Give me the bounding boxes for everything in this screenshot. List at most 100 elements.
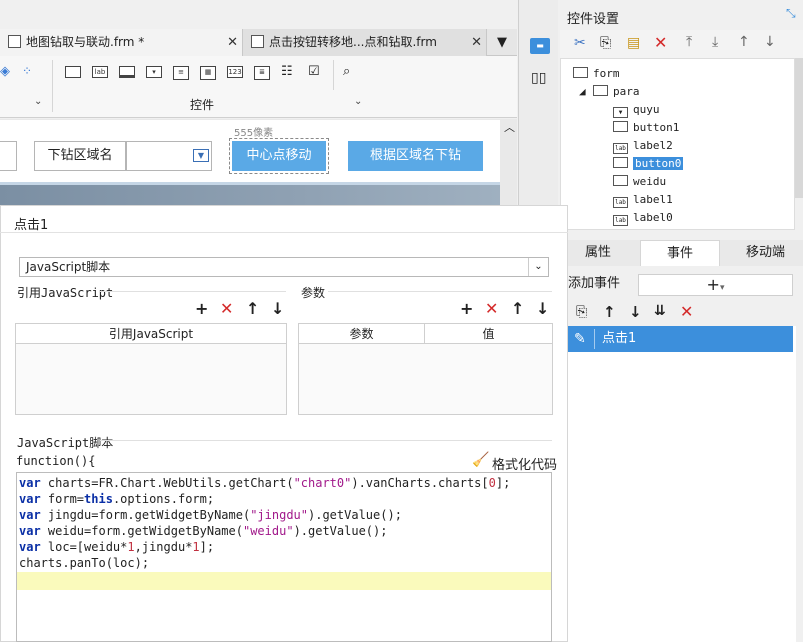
event-toolbar: ⎘ ↑ ↓ ⇊ ✕: [568, 300, 796, 326]
tree-node-form[interactable]: form: [573, 67, 620, 80]
js-script-section-title: JavaScript脚本: [17, 436, 114, 450]
widget-settings-icon[interactable]: ▬: [530, 38, 550, 54]
move-top-icon[interactable]: ⤒: [686, 34, 692, 50]
quyu-combo[interactable]: ▼: [126, 141, 212, 171]
radio-group-icon[interactable]: ☷: [281, 64, 293, 79]
delete-param-icon[interactable]: ✕: [485, 301, 498, 317]
tree-node-label2[interactable]: lab label2: [613, 139, 673, 154]
add-event-button[interactable]: +▾: [638, 274, 793, 296]
dock-icon[interactable]: ⤡: [786, 6, 796, 21]
tree-node-quyu[interactable]: ▼ quyu: [613, 103, 660, 118]
tree-node-label1[interactable]: lab label1: [613, 193, 673, 208]
search-widget-icon[interactable]: ⌕: [343, 64, 350, 79]
format-broom-icon[interactable]: 🧹: [472, 452, 489, 468]
textbox-widget-icon[interactable]: [65, 66, 81, 78]
delete-ref-icon[interactable]: ✕: [220, 301, 233, 317]
button-icon: [613, 157, 628, 168]
divider: [52, 60, 53, 112]
event-item-click1[interactable]: ✎ 点击1: [568, 326, 793, 352]
delete-event-icon[interactable]: ✕: [680, 302, 693, 321]
form-file-icon: [8, 35, 21, 48]
combo-icon: ▼: [613, 107, 628, 118]
scroll-up-icon[interactable]: ︿: [504, 119, 515, 135]
cut-icon[interactable]: ✂: [574, 35, 586, 51]
widget-icon-partial[interactable]: ◈: [0, 64, 10, 79]
move-up-icon[interactable]: ↑: [603, 303, 616, 321]
widget-toolbar-label: 控件: [190, 98, 215, 112]
chevron-down-icon[interactable]: ⌄: [34, 96, 42, 107]
close-tab-icon[interactable]: ✕: [471, 29, 482, 56]
center-move-button[interactable]: 中心点移动: [232, 141, 326, 171]
widget-tree: form ◢ para ▼ quyu button1 lab label2 butt…: [560, 58, 795, 230]
file-tab-button-pan[interactable]: 点击按钮转移地...点和钻取.frm ✕: [243, 29, 487, 56]
copy-icon[interactable]: ⎘: [600, 35, 611, 51]
code-line: var charts=FR.Chart.WebUtils.getChart("c…: [19, 476, 511, 490]
add-param-icon[interactable]: +: [460, 301, 473, 317]
tree-node-label0[interactable]: lab label0: [613, 211, 673, 226]
move-up-icon[interactable]: ↑: [246, 301, 259, 317]
label-icon: lab: [613, 197, 628, 208]
tree-node-weidu[interactable]: weidu: [613, 175, 666, 188]
button-icon: [613, 121, 628, 132]
para-icon: [593, 85, 608, 96]
tree-scrollbar[interactable]: [795, 58, 803, 198]
number-widget-icon[interactable]: 123: [227, 66, 243, 78]
param-section-title: 参数: [301, 286, 326, 300]
checkbox-group-icon[interactable]: ☑: [308, 64, 320, 79]
dots-widget-icon[interactable]: ⁘: [22, 64, 32, 78]
label-widget-icon[interactable]: lab: [92, 66, 108, 78]
date-widget-icon[interactable]: ▦: [200, 66, 216, 80]
divider: [100, 440, 552, 441]
tree-node-button0[interactable]: button0: [613, 157, 684, 170]
move-up-icon[interactable]: ↑: [738, 34, 750, 50]
delete-icon[interactable]: ✕: [654, 33, 667, 52]
add-ref-icon[interactable]: +: [195, 301, 208, 317]
move-down-icon[interactable]: ↓: [536, 301, 549, 317]
chevron-down-icon: ⌄: [528, 258, 548, 276]
tree-node-button1[interactable]: button1: [613, 121, 679, 134]
label-icon: lab: [613, 215, 628, 226]
tab-events[interactable]: 事件: [640, 240, 720, 266]
drill-by-area-button[interactable]: 根据区域名下钻: [348, 141, 483, 171]
tree-expander-icon[interactable]: ◢: [579, 85, 586, 98]
file-tab-map-drill[interactable]: 地图钻取与联动.frm * ✕: [0, 29, 243, 56]
textbox-widget[interactable]: [0, 141, 17, 171]
divider: [333, 60, 334, 90]
drill-area-label: 下钻区域名: [34, 141, 126, 171]
move-bottom-icon[interactable]: ⇊: [654, 303, 666, 319]
move-down-icon[interactable]: ↓: [271, 301, 284, 317]
code-line: var jingdu=form.getWidgetByName("jingdu"…: [19, 508, 402, 522]
tab-properties[interactable]: 属性: [568, 240, 628, 266]
width-hint: 555像素: [234, 128, 274, 139]
copy-event-icon[interactable]: ⎘: [576, 304, 587, 320]
parameter-panel: 下钻区域名 ▼ 555像素 中心点移动 根据区域名下钻 ︿: [0, 120, 515, 188]
format-code-button[interactable]: 格式化代码: [492, 454, 557, 473]
move-down-icon[interactable]: ↓: [629, 303, 642, 321]
paste-icon[interactable]: ▤: [627, 35, 640, 51]
move-bottom-icon[interactable]: ⤓: [712, 34, 718, 50]
script-type-select[interactable]: JavaScript脚本 ⌄: [19, 257, 549, 277]
current-line-highlight: [17, 572, 551, 590]
dropdown-icon[interactable]: ▼: [193, 149, 209, 162]
param-column-header: 参数: [299, 324, 425, 344]
move-down-icon[interactable]: ↓: [764, 34, 776, 50]
code-line: charts.panTo(loc);: [19, 556, 150, 570]
tab-mobile[interactable]: 移动端: [728, 240, 803, 266]
combo-widget-icon[interactable]: ▾: [146, 66, 162, 78]
move-up-icon[interactable]: ↑: [511, 301, 524, 317]
tab-menu-icon[interactable]: ▼: [487, 29, 517, 56]
chevron-down-icon[interactable]: ⌄: [354, 96, 362, 107]
tree-node-para[interactable]: para: [593, 85, 640, 98]
widget-toolbar: ◈ ⁘ ⌄ lab ▾ ≡ ▦ 123 ≣ ☷ ☑ ⌕ 控件 ⌄: [0, 56, 517, 118]
event-list: [568, 326, 796, 642]
list-widget-icon[interactable]: ≡: [173, 66, 189, 80]
edit-pencil-icon: ✎: [574, 331, 586, 347]
component-icon[interactable]: ▯▯: [531, 70, 546, 86]
close-tab-icon[interactable]: ✕: [227, 29, 238, 56]
form-file-icon: [251, 35, 264, 48]
button-widget-icon[interactable]: [119, 66, 135, 78]
textarea-widget-icon[interactable]: ≣: [254, 66, 270, 80]
ref-js-table: 引用JavaScript: [15, 323, 287, 415]
dialog-title: 点击1: [14, 218, 49, 233]
property-tabs: 属性 事件 移动端: [568, 240, 803, 266]
